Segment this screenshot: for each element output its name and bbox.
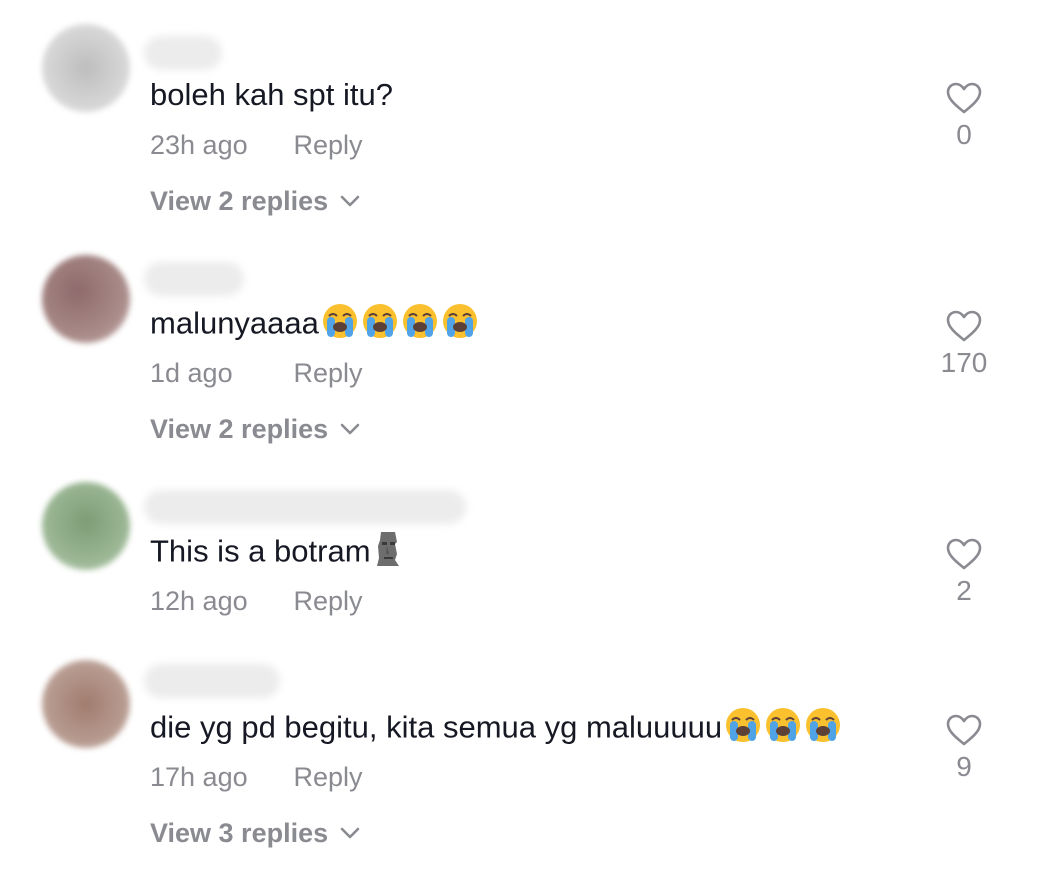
username-blurred[interactable] bbox=[144, 490, 466, 524]
view-replies-button[interactable]: View 2 replies bbox=[150, 413, 360, 445]
avatar[interactable] bbox=[42, 482, 130, 570]
loudly-crying-face-icon bbox=[764, 706, 802, 753]
heart-icon bbox=[946, 310, 982, 342]
username-blurred[interactable] bbox=[144, 664, 280, 698]
chevron-down-icon bbox=[340, 827, 360, 839]
username-blurred[interactable] bbox=[144, 36, 222, 70]
heart-icon bbox=[946, 538, 982, 570]
avatar[interactable] bbox=[42, 255, 130, 343]
reply-button[interactable]: Reply bbox=[294, 761, 363, 793]
like-count: 0 bbox=[956, 119, 972, 150]
loudly-crying-face-icon bbox=[321, 302, 359, 349]
loudly-crying-face-icon bbox=[401, 302, 439, 349]
view-replies-button[interactable]: View 2 replies bbox=[150, 185, 360, 217]
loudly-crying-face-icon bbox=[724, 706, 762, 753]
comment-time: 17h ago bbox=[150, 762, 248, 792]
view-replies-label: View 2 replies bbox=[150, 186, 329, 216]
like-count: 170 bbox=[940, 347, 988, 378]
comment-text: boleh kah spt itu? bbox=[150, 77, 394, 112]
avatar[interactable] bbox=[42, 24, 130, 112]
username-blurred[interactable] bbox=[144, 262, 244, 296]
like-count: 9 bbox=[956, 751, 972, 782]
reply-button[interactable]: Reply bbox=[294, 129, 363, 161]
comment-text: malunyaaaa bbox=[150, 302, 479, 349]
heart-icon bbox=[946, 82, 982, 114]
reply-button[interactable]: Reply bbox=[294, 357, 363, 389]
comment-meta: 23h ago Reply bbox=[150, 129, 363, 161]
like-button[interactable]: 2 bbox=[924, 538, 1004, 608]
chevron-down-icon bbox=[340, 195, 360, 207]
comment-meta: 1d ago Reply bbox=[150, 357, 363, 389]
comment-time: 23h ago bbox=[150, 130, 248, 160]
comment-time: 1d ago bbox=[150, 358, 233, 388]
avatar[interactable] bbox=[42, 660, 130, 748]
view-replies-label: View 2 replies bbox=[150, 414, 329, 444]
view-replies-label: View 3 replies bbox=[150, 818, 329, 848]
loudly-crying-face-icon bbox=[804, 706, 842, 753]
like-button[interactable]: 9 bbox=[924, 714, 1004, 784]
comment-meta: 17h ago Reply bbox=[150, 761, 363, 793]
view-replies-button[interactable]: View 3 replies bbox=[150, 817, 360, 849]
loudly-crying-face-icon bbox=[441, 302, 479, 349]
heart-icon bbox=[946, 714, 982, 746]
chevron-down-icon bbox=[340, 423, 360, 435]
like-count: 2 bbox=[956, 575, 972, 606]
comment-text: This is a botram bbox=[150, 530, 403, 577]
comment-meta: 12h ago Reply bbox=[150, 585, 363, 617]
comment-time: 12h ago bbox=[150, 586, 248, 616]
like-button[interactable]: 0 bbox=[924, 82, 1004, 152]
like-button[interactable]: 170 bbox=[924, 310, 1004, 380]
moai-icon bbox=[373, 530, 403, 577]
comment-text: die yg pd begitu, kita semua yg maluuuuu bbox=[150, 706, 842, 753]
loudly-crying-face-icon bbox=[361, 302, 399, 349]
reply-button[interactable]: Reply bbox=[294, 585, 363, 617]
